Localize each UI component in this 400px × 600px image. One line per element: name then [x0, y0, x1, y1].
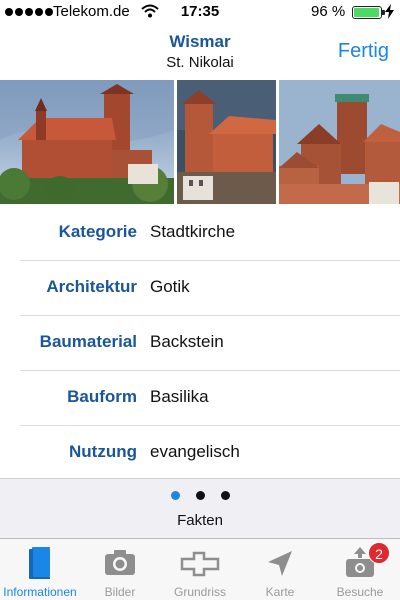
church-photo-2[interactable]: [177, 80, 276, 204]
page-dot-3[interactable]: [220, 491, 230, 500]
fact-label: Bauform: [67, 387, 137, 406]
tab-bar: Informationen Bilder Grundriss Karte 2 B…: [0, 538, 400, 600]
fact-label: Nutzung: [69, 442, 137, 461]
charging-bolt-icon: [385, 4, 394, 23]
pager-area: Fakten: [0, 478, 400, 538]
tab-bilder[interactable]: Bilder: [80, 539, 160, 600]
fact-label: Kategorie: [58, 222, 137, 241]
tab-label: Besuche: [336, 585, 384, 599]
church-photo-1[interactable]: [0, 80, 174, 204]
tab-label: Bilder: [104, 585, 136, 599]
tab-besuche[interactable]: 2 Besuche: [320, 539, 400, 600]
fact-label: Architektur: [46, 277, 137, 296]
fact-value: Stadtkirche: [150, 222, 236, 241]
fact-row-kategorie: Kategorie Stadtkirche: [0, 205, 400, 260]
location-arrow-icon: [260, 545, 300, 581]
tab-label: Informationen: [3, 585, 77, 599]
fact-label: Baumaterial: [39, 332, 137, 351]
tab-grundriss[interactable]: Grundriss: [160, 539, 240, 600]
tab-label: Grundriss: [173, 585, 226, 599]
fact-row-architektur: Architektur Gotik: [0, 260, 400, 315]
church-photo-3[interactable]: [279, 80, 400, 204]
fact-row-bauform: Bauform Basilika: [0, 370, 400, 425]
tab-label: Karte: [265, 585, 295, 599]
battery-fill: [354, 8, 379, 17]
done-button[interactable]: Fertig: [338, 40, 389, 63]
tab-karte[interactable]: Karte: [240, 539, 320, 600]
page-dot-1[interactable]: [170, 491, 180, 500]
fact-value: Basilika: [150, 387, 209, 406]
facts-list: Kategorie Stadtkirche Architektur Gotik …: [0, 205, 400, 480]
floorplan-icon: [180, 545, 220, 581]
page-label: Fakten: [177, 512, 223, 529]
page-dot-2[interactable]: [195, 491, 205, 500]
status-bar: Telekom.de 17:35 96 %: [0, 0, 400, 24]
fact-value: Gotik: [150, 277, 190, 296]
camera-icon: [100, 545, 140, 581]
notification-badge: 2: [368, 542, 390, 564]
book-icon: [20, 545, 60, 581]
fact-value: Backstein: [150, 332, 224, 351]
battery-icon: [352, 6, 385, 19]
fact-row-baumaterial: Baumaterial Backstein: [0, 315, 400, 370]
fact-row-nutzung: Nutzung evangelisch: [0, 425, 400, 480]
page-control[interactable]: [0, 491, 400, 500]
photo-strip[interactable]: [0, 80, 400, 204]
tab-informationen[interactable]: Informationen: [0, 539, 80, 600]
battery-percentage: 96 %: [311, 3, 346, 20]
fact-value: evangelisch: [150, 442, 240, 461]
